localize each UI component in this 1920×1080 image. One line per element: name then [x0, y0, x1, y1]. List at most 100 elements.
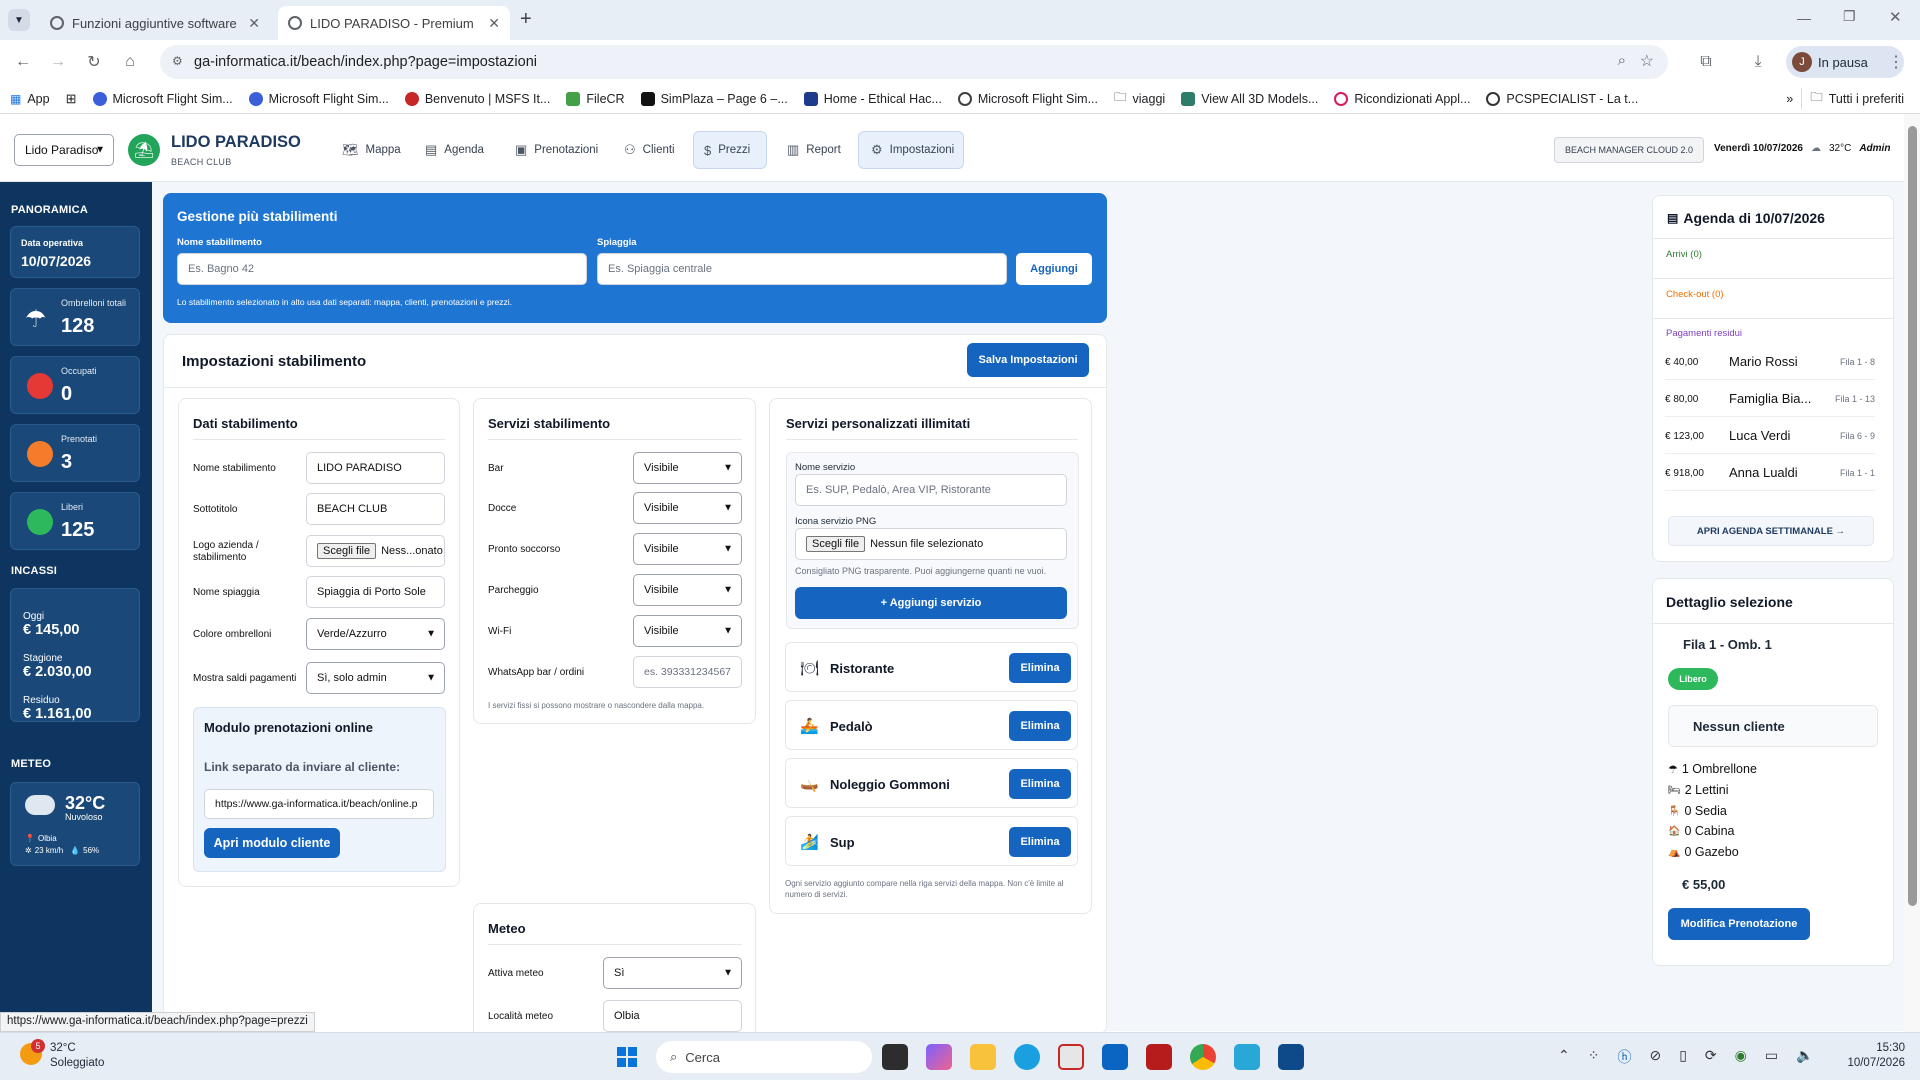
bookmark-item[interactable]: FileCR	[558, 91, 632, 106]
bookmark-item[interactable]: Microsoft Flight Sim...	[950, 91, 1106, 106]
bookmark-item[interactable]: Ricondizionati Appl...	[1326, 91, 1478, 106]
close-window-button[interactable]: ✕	[1889, 8, 1902, 26]
bookmark-item[interactable]: Benvenuto | MSFS It...	[397, 91, 559, 106]
scrollbar-thumb[interactable]	[1908, 126, 1917, 906]
beach-name-field[interactable]: Spiaggia di Porto Sole	[306, 576, 445, 608]
browser-tab-lido[interactable]: LIDO PARADISO - Premium ✕	[278, 6, 510, 40]
bookmark-item[interactable]: Home - Ethical Hac...	[796, 91, 950, 106]
restore-window-button[interactable]: ❐	[1843, 8, 1856, 25]
bookmark-item[interactable]: PCSPECIALIST - La t...	[1478, 91, 1646, 106]
bookmark-item[interactable]: Microsoft Flight Sim...	[85, 91, 241, 106]
payment-row[interactable]: € 918,00 Anna Lualdi Fila 1 - 1	[1665, 455, 1875, 491]
nav-agenda[interactable]: ▤ Agenda	[413, 131, 496, 169]
close-tab-icon[interactable]: ✕	[248, 15, 260, 32]
add-site-button[interactable]: Aggiungi	[1016, 253, 1092, 285]
clock-time[interactable]: 15:30	[1855, 1042, 1905, 1054]
docce-visibility-select[interactable]: Visibile ▼	[633, 492, 742, 524]
teamviewer-icon[interactable]	[1278, 1044, 1304, 1070]
browser-menu-icon[interactable]: ⋮	[1884, 50, 1908, 74]
umbrella-color-select[interactable]: Verde/Azzurro ▼	[306, 618, 445, 650]
all-bookmarks-folder[interactable]: 🗀 Tutti i preferiti	[1801, 88, 1912, 109]
address-bar[interactable]: ⚙ ga-informatica.it/beach/index.php?page…	[160, 45, 1668, 79]
taskbar-temp: 32°C	[50, 1042, 76, 1054]
home-icon[interactable]: ⌂	[118, 50, 142, 74]
file-explorer-icon[interactable]	[970, 1044, 996, 1070]
site-info-icon[interactable]: ⚙	[172, 54, 183, 68]
task-view-icon[interactable]	[882, 1044, 908, 1070]
meteo-location-field[interactable]: Olbia	[603, 1000, 742, 1032]
bar-visibility-select[interactable]: Visibile ▼	[633, 452, 742, 484]
calendar-icon: ▤	[1667, 211, 1679, 225]
checkout-label[interactable]: Check-out (0)	[1666, 289, 1724, 300]
service-name-input[interactable]: Es. SUP, Pedalò, Area VIP, Ristorante	[795, 474, 1067, 506]
nav-report[interactable]: ▥ Report	[775, 131, 853, 169]
tab-search-button[interactable]: ▼	[8, 9, 30, 31]
browser-tab-funzioni[interactable]: Funzioni aggiuntive software ✕	[40, 6, 270, 40]
site-name-input[interactable]: Es. Bagno 42	[177, 253, 587, 285]
show-balances-select[interactable]: Sì, solo admin ▼	[306, 662, 445, 694]
site-name-field[interactable]: LIDO PARADISO	[306, 452, 445, 484]
back-icon[interactable]: ←	[11, 50, 35, 74]
new-tab-button[interactable]: +	[520, 8, 532, 31]
bookmark-grid[interactable]: ⊞	[58, 91, 85, 107]
wifi-visibility-select[interactable]: Visibile ▼	[633, 615, 742, 647]
open-client-module-button[interactable]: Apri modulo cliente	[204, 828, 340, 858]
nav-clienti[interactable]: ⚇ Clienti	[612, 131, 687, 169]
logo-file-input[interactable]: Scegli file Ness...onato	[306, 535, 445, 567]
taskbar-weather-desc: Soleggiato	[50, 1057, 105, 1069]
bookmark-item[interactable]: Microsoft Flight Sim...	[241, 91, 397, 106]
subtitle-field[interactable]: BEACH CLUB	[306, 493, 445, 525]
bookmark-item[interactable]: View All 3D Models...	[1173, 91, 1326, 106]
zoom-icon[interactable]: ⌕	[1618, 52, 1626, 69]
nav-prezzi[interactable]: $ Prezzi	[693, 131, 767, 169]
parcheggio-visibility-select[interactable]: Visibile ▼	[633, 574, 742, 606]
minimize-window-button[interactable]: —	[1797, 10, 1811, 26]
taskbar-search[interactable]: ⌕ Cerca	[656, 1041, 872, 1073]
close-tab-icon[interactable]: ✕	[488, 15, 500, 32]
system-tray[interactable]: ⌃ ⁘ ⓗ ⊘ ▯ ⟳ ◉ ▭ 🔈	[1558, 1047, 1814, 1067]
orange-dot-icon	[27, 441, 53, 467]
location-select[interactable]: Lido Paradiso ▼	[14, 134, 114, 166]
delete-service-button[interactable]: Elimina	[1009, 653, 1071, 683]
reload-icon[interactable]: ↻	[82, 50, 106, 74]
nav-impostazioni[interactable]: ⚙ Impostazioni	[858, 131, 964, 169]
whatsapp-field[interactable]: es. 393331234567	[633, 656, 742, 688]
bookmark-folder[interactable]: 🗀 viaggi	[1106, 88, 1173, 109]
add-service-button[interactable]: + Aggiungi servizio	[795, 587, 1067, 619]
chrome-icon[interactable]	[1190, 1044, 1216, 1070]
windows-taskbar: 5 32°C Soleggiato ⌕ Cerca ⌃ ⁘ ⓗ ⊘ ▯ ⟳ ◉ ▭…	[0, 1032, 1920, 1080]
bookmark-app[interactable]: ▦ App	[0, 92, 58, 106]
outlook-icon[interactable]	[1102, 1044, 1128, 1070]
nav-prenotazioni[interactable]: ▣ Prenotazioni	[503, 131, 610, 169]
bookmark-star-icon[interactable]: ☆	[1640, 51, 1654, 71]
payment-row[interactable]: € 123,00 Luca Verdi Fila 6 - 9	[1665, 418, 1875, 454]
save-settings-button[interactable]: Salva Impostazioni	[967, 343, 1089, 377]
more-bookmarks-icon[interactable]: »	[1778, 92, 1801, 106]
app-icon[interactable]	[1058, 1044, 1084, 1070]
download-icon[interactable]: ⤓	[1746, 50, 1770, 74]
copilot-icon[interactable]	[926, 1044, 952, 1070]
delete-service-button[interactable]: Elimina	[1009, 827, 1071, 857]
open-weekly-agenda-button[interactable]: APRI AGENDA SETTIMANALE →	[1668, 516, 1874, 546]
calendar-icon: ▤	[425, 142, 438, 157]
filezilla-icon[interactable]	[1146, 1044, 1172, 1070]
delete-service-button[interactable]: Elimina	[1009, 711, 1071, 741]
payment-row[interactable]: € 40,00 Mario Rossi Fila 1 - 8	[1665, 344, 1875, 380]
bookmark-item[interactable]: SimPlaza – Page 6 –...	[633, 91, 796, 106]
forward-icon[interactable]: →	[46, 50, 70, 74]
service-icon-file-input[interactable]: Scegli file Nessun file selezionato	[795, 528, 1067, 560]
clock-date[interactable]: 10/07/2026	[1835, 1057, 1905, 1069]
online-link-field[interactable]: https://www.ga-informatica.it/beach/onli…	[204, 789, 434, 819]
payment-row[interactable]: € 80,00 Famiglia Bia... Fila 1 - 13	[1665, 381, 1875, 417]
delete-service-button[interactable]: Elimina	[1009, 769, 1071, 799]
beach-name-input[interactable]: Es. Spiaggia centrale	[597, 253, 1007, 285]
nav-mappa[interactable]: 🗺 Mappa	[330, 131, 413, 169]
windows-start-icon[interactable]	[614, 1044, 640, 1070]
extensions-icon[interactable]: ⧉	[1694, 50, 1718, 74]
edge-icon[interactable]	[1014, 1044, 1040, 1070]
edit-booking-button[interactable]: Modifica Prenotazione	[1668, 908, 1810, 940]
arrivals-label[interactable]: Arrivi (0)	[1666, 249, 1702, 260]
pronto-soccorso-visibility-select[interactable]: Visibile ▼	[633, 533, 742, 565]
app-icon[interactable]	[1234, 1044, 1260, 1070]
meteo-enable-select[interactable]: Sì ▼	[603, 957, 742, 989]
